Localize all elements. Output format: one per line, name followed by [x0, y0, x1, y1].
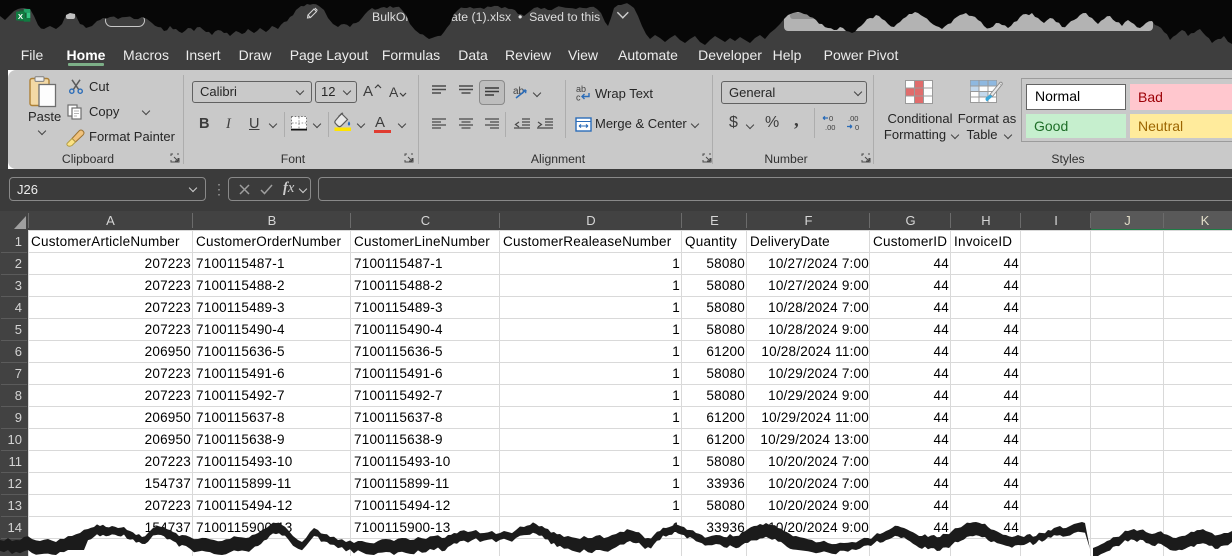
svg-text:0: 0: [829, 114, 833, 123]
svg-text:0: 0: [855, 123, 859, 131]
svg-text:X: X: [18, 12, 24, 21]
svg-text:c: c: [576, 93, 581, 102]
svg-text:.00: .00: [848, 114, 858, 123]
svg-text:.00: .00: [825, 123, 835, 131]
